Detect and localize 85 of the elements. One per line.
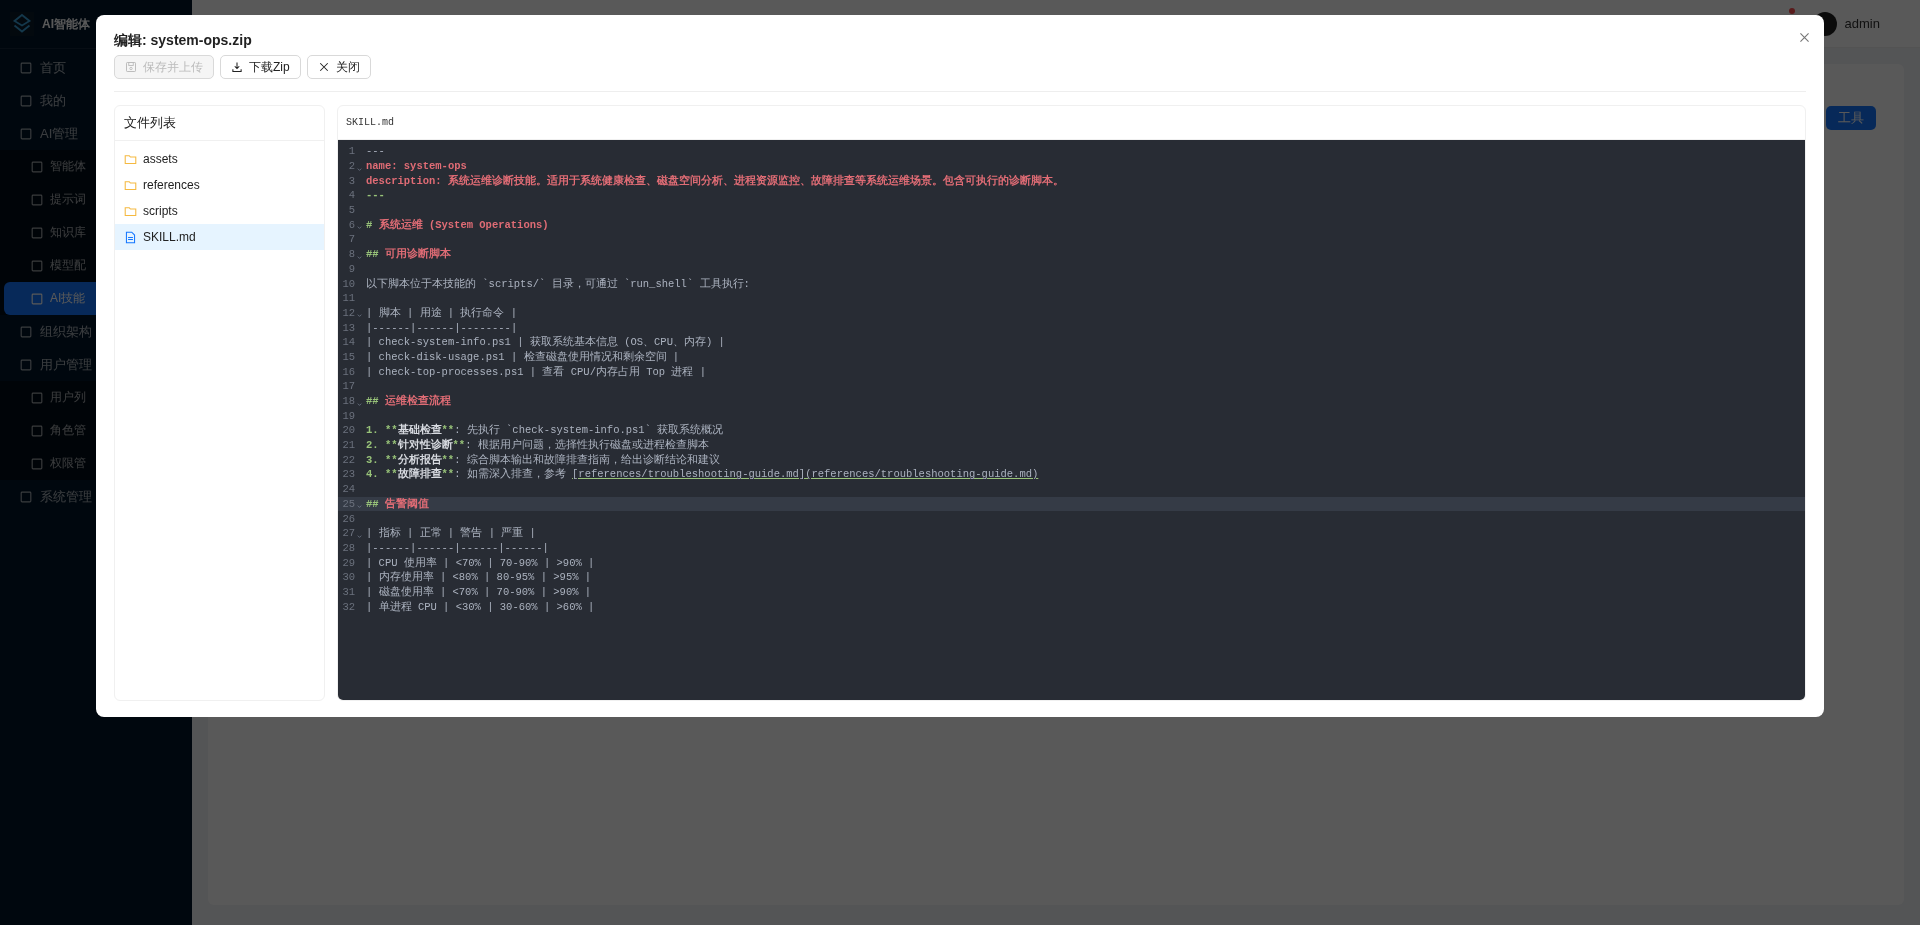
line-number: 28	[342, 541, 355, 554]
page-icon	[30, 291, 44, 306]
fold-icon[interactable]	[356, 253, 363, 261]
folder-icon	[124, 178, 137, 192]
fold-icon[interactable]	[356, 503, 363, 511]
code-line: | 单进程 CPU | <30% | 30-60% | >60% |	[366, 599, 595, 614]
document-icon	[124, 230, 137, 244]
code-line: | check-disk-usage.ps1 | 检查磁盘使用情况和剩余空间 |	[366, 349, 680, 364]
code-line: ## 可用诊断脚本	[366, 247, 451, 262]
line-number: 22	[342, 453, 355, 466]
panel-title: 文件列表	[115, 106, 324, 141]
code-line: | 脚本 | 用途 | 执行命令 |	[366, 305, 517, 320]
code-line: 2. **针对性诊断**: 根据用户问题，选择性执行磁盘或进程检查脚本	[366, 438, 709, 453]
close-icon[interactable]	[1798, 31, 1811, 44]
line-number: 17	[342, 380, 355, 393]
user-name[interactable]: admin	[1844, 16, 1880, 31]
code-line: | 内存使用率 | <80% | 80-95% | >95% |	[366, 570, 592, 585]
line-number: 23	[342, 468, 355, 481]
download-button[interactable]: 下载Zip	[220, 55, 301, 79]
line-number: 20	[342, 424, 355, 437]
code-line: ## 告警阈值	[366, 496, 429, 511]
code-line: ## 运维检查流程	[366, 394, 451, 409]
code-line: | 指标 | 正常 | 警告 | 严重 |	[366, 526, 536, 541]
line-number: 8	[347, 248, 355, 261]
line-number: 3	[347, 174, 355, 187]
code-line: |------|------|--------|	[366, 321, 518, 334]
line-number: 1	[347, 145, 355, 158]
close-button[interactable]: 关闭	[306, 55, 371, 79]
code-line: | check-top-processes.ps1 | 查看 CPU/内存占用 Top 进程 |	[366, 364, 707, 379]
fold-icon[interactable]	[356, 312, 363, 320]
line-number: 32	[342, 600, 355, 613]
code-line: | check-system-info.ps1 | 获取系统基本信息 (OS、CPU、内存) |	[366, 335, 725, 350]
folder-icon	[124, 152, 137, 166]
fold-icon[interactable]	[356, 400, 363, 408]
code-line: | 磁盘使用率 | <70% | 70-90% | >90% |	[366, 584, 592, 599]
code-line: 4. **故障排查**: 如需深入排查，参考 [references/troubleshooting-guide.md](references/troubleshooting-guide.md)	[366, 467, 1039, 482]
save-icon	[125, 61, 137, 73]
file-item[interactable]: scripts	[115, 198, 324, 224]
close-icon	[317, 61, 330, 73]
fold-icon[interactable]	[356, 532, 363, 540]
line-number: 11	[342, 292, 355, 305]
fold-icon[interactable]	[356, 165, 363, 173]
line-number: 10	[342, 277, 355, 290]
line-number: 18	[342, 395, 355, 408]
notification-dot	[1788, 7, 1795, 14]
code-line: |------|------|------|------|	[366, 541, 549, 554]
dialog-title: 编辑: system-ops.zip	[114, 31, 252, 49]
fold-icon[interactable]	[356, 224, 363, 232]
code-area[interactable]	[338, 140, 1805, 700]
download-icon	[231, 61, 243, 73]
line-number: 2	[347, 160, 355, 173]
code-line: # 系统运维 (System Operations)	[366, 217, 549, 232]
line-number: 12	[342, 306, 355, 319]
line-number: 19	[342, 409, 355, 422]
line-number: 6	[347, 218, 355, 231]
code-line: 1. **基础检查**: 先执行 `check-system-info.ps1` 获取系统概况	[366, 423, 724, 438]
line-number: 9	[347, 262, 355, 275]
line-number: 26	[342, 512, 355, 525]
folder-icon	[124, 204, 137, 218]
file-item[interactable]: assets	[115, 146, 324, 172]
menu-item[interactable]: AI技能	[4, 282, 96, 315]
line-number: 27	[342, 527, 355, 540]
code-line: | CPU 使用率 | <70% | 70-90% | >90% |	[366, 555, 595, 570]
line-number: 24	[342, 483, 355, 496]
line-number: 21	[342, 439, 355, 452]
line-number: 31	[342, 585, 355, 598]
line-number: 7	[347, 233, 355, 246]
tool-button[interactable]: 工具	[1826, 106, 1876, 130]
app-title: AI智能体	[42, 15, 90, 33]
code-line: name: system-ops	[366, 160, 467, 173]
file-item[interactable]: SKILL.md	[115, 224, 324, 250]
code-line: ---	[366, 189, 385, 202]
code-line: 3. **分析报告**: 综合脚本输出和故障排查指南，给出诊断结论和建议	[366, 452, 720, 467]
line-number: 13	[342, 321, 355, 334]
code-line: ---	[366, 145, 385, 158]
line-number: 5	[347, 204, 355, 217]
line-number: 14	[342, 336, 355, 349]
file-item[interactable]: references	[115, 172, 324, 198]
line-number: 16	[342, 365, 355, 378]
code-line: 以下脚本位于本技能的 `scripts/` 目录，可通过 `run_shell` 工具执行:	[366, 276, 750, 291]
line-number: 4	[347, 189, 355, 202]
line-number: 30	[342, 571, 355, 584]
line-number: 15	[342, 350, 355, 363]
code-line: description: 系统运维诊断技能。适用于系统健康检查、磁盘空间分析、进程资源监控、故障排查等系统运维场景。包含可执行的诊断脚本。	[366, 173, 1064, 188]
line-number: 29	[342, 556, 355, 569]
